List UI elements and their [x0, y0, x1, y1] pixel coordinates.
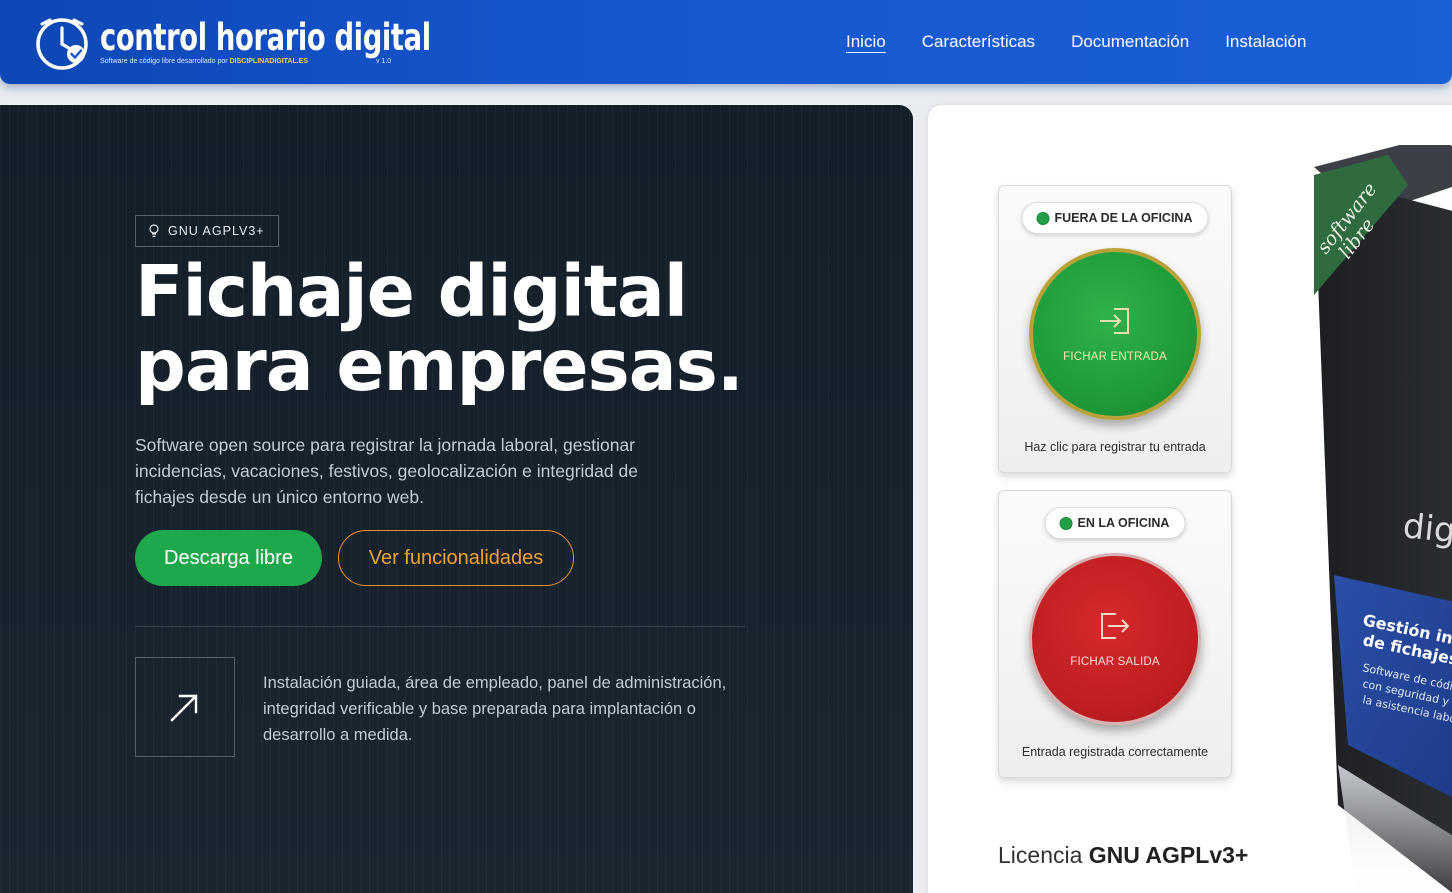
- status-pill: EN LA OFICINA: [1044, 507, 1186, 539]
- feature-description: Instalación guiada, área de empleado, pa…: [263, 674, 727, 744]
- hero-description: Software open source para registrar la j…: [135, 435, 638, 507]
- status-label: FUERA DE LA OFICINA: [1054, 211, 1193, 225]
- download-button[interactable]: Descarga libre: [135, 530, 322, 586]
- clock-check-icon: [36, 18, 88, 70]
- logo-brand: DISCIPLINADIGITAL.ES: [229, 58, 309, 65]
- fichar-salida-label: FICHAR SALIDA: [1070, 656, 1160, 668]
- logo-version: v 1.0: [376, 58, 392, 65]
- bulb-icon: [149, 224, 159, 237]
- status-label: EN LA OFICINA: [1077, 516, 1170, 530]
- hero-divider: [135, 626, 745, 627]
- box-brand-text: digit: [1401, 506, 1452, 554]
- logo-title: control horario digital: [100, 16, 431, 59]
- status-dot-icon: [1060, 517, 1072, 529]
- fichar-entrada-button[interactable]: FICHAR ENTRADA: [1029, 248, 1201, 420]
- license-prefix: Licencia: [998, 842, 1083, 868]
- nav-caracteristicas[interactable]: Características: [922, 30, 1035, 54]
- feature-icon-box: [135, 657, 235, 757]
- license-name: GNU AGPLv3+: [1088, 842, 1249, 868]
- sign-in-icon: [1100, 308, 1129, 334]
- features-button[interactable]: Ver funcionalidades: [338, 530, 574, 586]
- hero-title-line-2: para empresas.: [135, 324, 744, 407]
- card-footer: Haz clic para registrar tu entrada: [1024, 440, 1206, 454]
- site-header: control horario digital Software de códi…: [0, 0, 1452, 84]
- license-badge: GNU AGPLV3+: [135, 215, 279, 247]
- main-nav: Inicio Características Documentación Ins…: [846, 30, 1306, 54]
- product-box-image: software libre digit Gestión inte de fic…: [1313, 145, 1452, 893]
- license-caption: Licencia GNU AGPLv3+: [998, 842, 1248, 869]
- badge-label: GNU AGPLV3+: [168, 224, 265, 238]
- hero-section: GNU AGPLV3+ Fichaje digital para empresa…: [0, 105, 913, 893]
- nav-instalacion[interactable]: Instalación: [1225, 30, 1306, 54]
- card-footer: Entrada registrada correctamente: [1021, 745, 1209, 759]
- sign-out-icon: [1101, 613, 1130, 639]
- arrow-up-right-icon: [170, 694, 198, 722]
- fichaje-card-salida: EN LA OFICINA FICHAR SALIDA Entrada regi…: [998, 490, 1232, 778]
- hero-title-line-1: Fichaje digital: [135, 250, 688, 333]
- fichar-entrada-label: FICHAR ENTRADA: [1063, 351, 1167, 363]
- fichar-salida-button[interactable]: FICHAR SALIDA: [1029, 553, 1201, 725]
- status-pill: FUERA DE LA OFICINA: [1021, 202, 1209, 234]
- logo-subtitle: Software de código libre desarrollado po…: [100, 58, 308, 65]
- showcase-panel: FUERA DE LA OFICINA FICHAR ENTRADA Haz c…: [928, 105, 1452, 893]
- nav-documentacion[interactable]: Documentación: [1071, 30, 1189, 54]
- status-dot-icon: [1037, 212, 1049, 224]
- nav-inicio[interactable]: Inicio: [846, 30, 886, 54]
- hero-title: Fichaje digital para empresas.: [135, 255, 875, 403]
- fichaje-card-entrada: FUERA DE LA OFICINA FICHAR ENTRADA Haz c…: [998, 185, 1232, 473]
- site-logo[interactable]: control horario digital Software de códi…: [34, 14, 431, 72]
- logo-subtitle-text: Software de código libre desarrollado po…: [100, 58, 228, 65]
